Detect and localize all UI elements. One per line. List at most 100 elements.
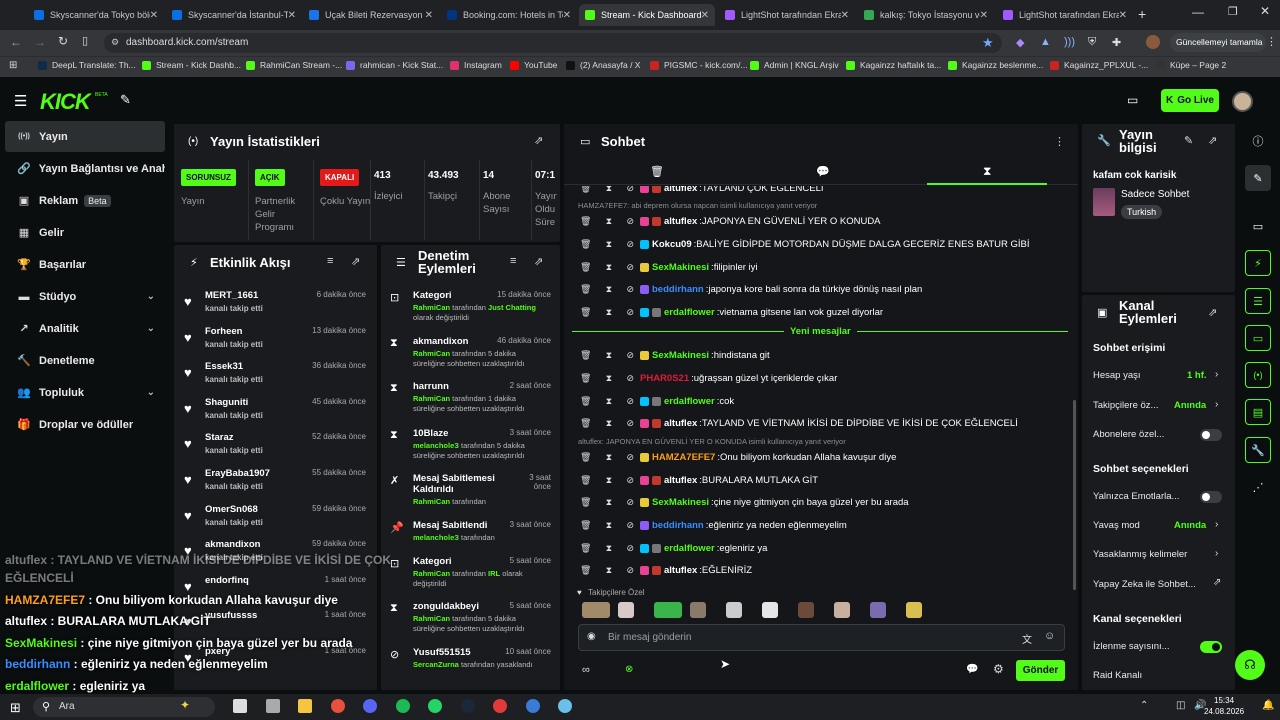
moderation-filter-icon[interactable]: ≡ bbox=[510, 255, 516, 267]
follower-name[interactable]: MERT_1661 bbox=[205, 290, 258, 301]
bookmark-item[interactable]: RahmiCan Stream -... bbox=[246, 60, 342, 70]
ban-icon[interactable]: ⊘ bbox=[626, 262, 634, 273]
follower-name[interactable]: endorfinq bbox=[205, 575, 249, 586]
chat-menu-icon[interactable]: ⋮ bbox=[1054, 135, 1065, 148]
chat-scrollbar[interactable] bbox=[1073, 400, 1076, 590]
list-item[interactable]: ♥ Staraz kanalı takip etti 52 dakika önce bbox=[178, 432, 374, 466]
tab-close-icon[interactable]: ✕ bbox=[841, 10, 849, 21]
moderation-list-item[interactable]: ⊡ Kategori 15 dakika önce RahmiCan tarafınd… bbox=[385, 290, 553, 330]
send-button[interactable]: Gönder bbox=[1016, 660, 1065, 681]
chat-username[interactable]: altuflex bbox=[664, 565, 697, 576]
tab-close-icon[interactable]: ✕ bbox=[1119, 10, 1127, 21]
app-icon[interactable] bbox=[525, 699, 540, 713]
chat-side-icon[interactable]: ▭ bbox=[1245, 325, 1271, 351]
timeout-icon[interactable]: ⧗ bbox=[606, 284, 612, 295]
chat-username[interactable]: erdalflower bbox=[664, 396, 715, 407]
moderator-name[interactable]: melancholeЗ bbox=[413, 441, 459, 450]
delete-icon[interactable]: 🗑 bbox=[580, 543, 591, 554]
edit-pencil-icon[interactable]: ✎ bbox=[1184, 134, 1193, 147]
banned-words-label[interactable]: Yasaklanmış kelimeler bbox=[1093, 549, 1187, 560]
chat-username[interactable]: beddirhann bbox=[652, 520, 704, 531]
followers-only-chevron-icon[interactable]: › bbox=[1215, 399, 1218, 410]
chat-username[interactable]: PHAR0S21 bbox=[640, 373, 689, 384]
sidebar-item-moderation[interactable]: 🔨 Denetleme bbox=[5, 345, 165, 376]
ban-icon[interactable]: ⊘ bbox=[626, 565, 634, 576]
chat-bubble-small-icon[interactable]: 💬 bbox=[966, 664, 978, 675]
list-item[interactable]: ♥ Shaguniti kanalı takip etti 45 dakika önc… bbox=[178, 397, 374, 431]
bookmark-item[interactable]: YouTube bbox=[510, 60, 557, 70]
chevron-down-icon[interactable]: ⌄ bbox=[147, 387, 155, 398]
tools-icon[interactable]: ✎ bbox=[120, 92, 131, 108]
ban-icon[interactable]: ⊘ bbox=[626, 396, 634, 407]
broadcast-side-icon[interactable]: (•) bbox=[1245, 362, 1271, 388]
sidebar-item-broadcast[interactable]: ((•)) Yayın bbox=[5, 121, 165, 152]
extension-icon-2[interactable]: ▲ bbox=[1040, 36, 1051, 48]
chat-username[interactable]: altuflex bbox=[664, 216, 697, 227]
support-headset-icon[interactable]: ☊ bbox=[1235, 650, 1265, 680]
moderator-name[interactable]: RahmiCan bbox=[413, 497, 450, 506]
moderator-name[interactable]: RahmiCan bbox=[413, 303, 450, 312]
task-view-icon[interactable] bbox=[233, 699, 247, 713]
layout-side-icon[interactable]: ▤ bbox=[1245, 399, 1271, 425]
delete-icon[interactable]: 🗑 bbox=[580, 307, 591, 318]
moderation-list-item[interactable]: 📌 Mesaj Sabitlendi 3 saat önce melancholeЗ … bbox=[385, 520, 553, 560]
url-field[interactable]: dashboard.kick.com/stream bbox=[104, 33, 1002, 53]
follower-name[interactable]: Shaguniti bbox=[205, 397, 248, 408]
browser-tab[interactable]: Skyscanner'da İstanbul-T ✕ bbox=[166, 4, 302, 26]
emote-icon[interactable] bbox=[906, 602, 922, 618]
tab-close-icon[interactable]: ✕ bbox=[150, 10, 158, 21]
moderation-list-item[interactable]: ⊘ Yusuf551515 10 saat önce SercanZurna tara… bbox=[385, 647, 553, 687]
display-icon[interactable]: ▭ bbox=[1127, 93, 1138, 107]
bookmark-item[interactable]: Kagainzz haftalık ta... bbox=[846, 60, 941, 70]
chat-message[interactable]: 🗑 ⧗ ⊘ erdalflower: vietnama gitsene lan vok… bbox=[580, 304, 1070, 320]
delete-icon[interactable]: 🗑 bbox=[580, 520, 591, 531]
chat-settings-icon[interactable]: ⚙ bbox=[993, 662, 1004, 676]
emote-icon[interactable] bbox=[762, 602, 778, 618]
moderator-name[interactable]: SercanZurna bbox=[413, 660, 459, 669]
chat-message[interactable]: 🗑 ⧗ ⊘ erdalflower: cok bbox=[580, 393, 1070, 409]
sidebar-item-link[interactable]: 🔗 Yayın Bağlantısı ve Anahtar bbox=[5, 153, 165, 184]
timeout-icon[interactable]: ⧗ bbox=[606, 520, 612, 531]
bookmark-item[interactable]: Admin | KNGL Arşiv bbox=[750, 60, 839, 70]
follower-name[interactable]: Staraz bbox=[205, 432, 234, 443]
list-item[interactable]: ♥ OmerSn068 kanalı takip etti 59 dakika önc… bbox=[178, 504, 374, 538]
timeout-icon[interactable]: ⧗ bbox=[606, 565, 612, 576]
edit-icon[interactable]: ✎ bbox=[1245, 165, 1271, 191]
list-item[interactable]: ♥ MERT_1661 kanalı takip etti 6 dakika önce bbox=[178, 290, 374, 324]
chat-username[interactable]: erdalflower bbox=[664, 307, 715, 318]
chevron-down-icon[interactable]: ⌄ bbox=[147, 323, 155, 334]
sidebar-item-revenue[interactable]: ▦ Gelir bbox=[5, 217, 165, 248]
browser-tab[interactable]: Booking.com: Hotels in To ✕ bbox=[441, 4, 577, 26]
account-age-value[interactable]: 1 hf. bbox=[1187, 370, 1207, 381]
windows-start-icon[interactable]: ⊞ bbox=[10, 700, 21, 716]
tray-network-icon[interactable]: ◫ bbox=[1176, 700, 1185, 711]
list-item[interactable]: ♥ Forheen kanalı takip etti 13 dakika önce bbox=[178, 326, 374, 360]
user-avatar[interactable] bbox=[1232, 91, 1253, 112]
update-chip[interactable]: Güncellemeyi tamamla bbox=[1170, 33, 1266, 52]
chat-message[interactable]: 🗑 ⧗ ⊘ beddirhann: eğleniriz ya neden eğlenm… bbox=[580, 517, 1070, 533]
extensions-puzzle-icon[interactable]: ✚ bbox=[1112, 36, 1121, 49]
wrench-side-icon[interactable]: 🔧 bbox=[1245, 437, 1271, 463]
delete-icon[interactable]: 🗑 bbox=[580, 452, 591, 463]
bookmark-item[interactable]: Stream - Kick Dashb... bbox=[142, 60, 241, 70]
delete-icon[interactable]: 🗑 bbox=[580, 262, 591, 273]
ban-icon[interactable]: ⊘ bbox=[626, 350, 634, 361]
raid-channel-label[interactable]: Raid Kanalı bbox=[1093, 670, 1142, 681]
timeout-icon[interactable]: ⧗ bbox=[606, 543, 612, 554]
chat-messages-tab-icon[interactable]: 💬 bbox=[816, 165, 830, 178]
delete-icon[interactable]: 🗑 bbox=[580, 396, 591, 407]
chat-username[interactable]: altuflex bbox=[664, 475, 697, 486]
moderation-list-item[interactable]: ⧗ akmandixon 46 dakika önce RahmiCan tarafı… bbox=[385, 336, 553, 376]
list-side-icon[interactable]: ☰ bbox=[1245, 288, 1271, 314]
emotes-only-toggle[interactable] bbox=[1200, 491, 1222, 503]
follower-name[interactable]: akmandixon bbox=[205, 539, 260, 550]
kick-coin-icon[interactable]: ⊗ bbox=[625, 664, 633, 675]
extension-icon-1[interactable]: ◆ bbox=[1016, 36, 1024, 49]
chat-message[interactable]: 🗑 ⧗ ⊘ SexMakinesi: çine niye gitmiyon çin b… bbox=[580, 494, 1070, 510]
timeout-icon[interactable]: ⧗ bbox=[606, 239, 612, 250]
ban-icon[interactable]: ⊘ bbox=[626, 497, 634, 508]
spotify-icon[interactable] bbox=[395, 699, 410, 713]
moderation-list-item[interactable]: ⧗ harrunn 2 saat önce RahmiCan tarafından 1… bbox=[385, 381, 553, 421]
notification-bell-icon[interactable]: 🔔 bbox=[1262, 700, 1274, 711]
moderator-name[interactable]: RahmiCan bbox=[413, 349, 450, 358]
